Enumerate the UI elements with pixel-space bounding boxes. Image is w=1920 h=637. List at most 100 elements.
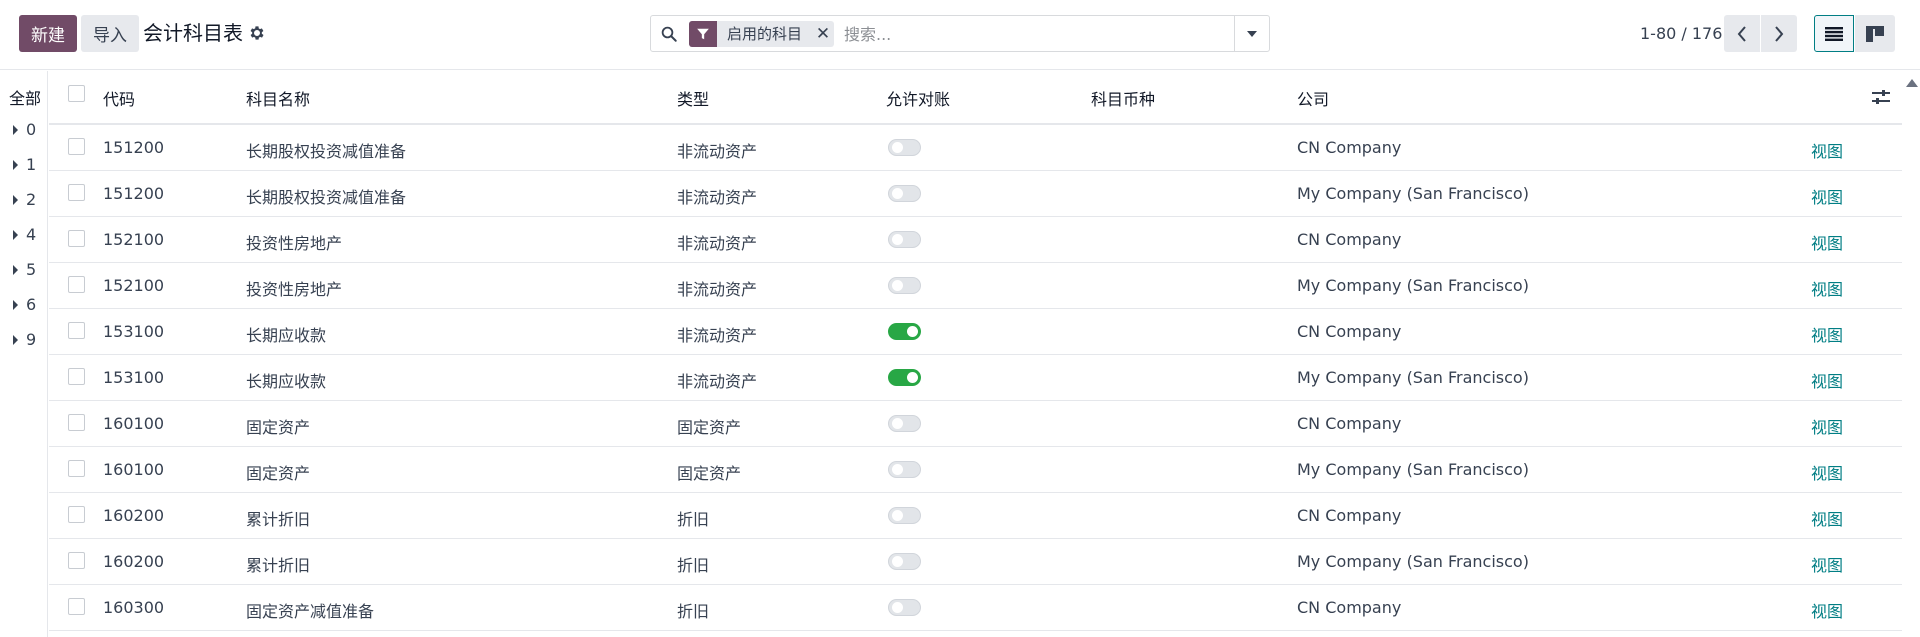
table-row[interactable]: 153100 长期应收款 非流动资产 My Company (San Francisc… <box>49 355 1902 401</box>
row-checkbox[interactable] <box>68 138 85 155</box>
cell-name: 投资性房地产 <box>246 280 343 299</box>
reconcile-toggle[interactable] <box>888 507 921 524</box>
view-link[interactable]: 视图 <box>1811 276 1843 300</box>
table-row[interactable]: 152100 投资性房地产 非流动资产 My Company (San Francis… <box>49 263 1902 309</box>
side-panel-group[interactable]: 2 <box>13 190 36 209</box>
column-header-type[interactable]: 类型 <box>677 86 709 110</box>
table-body: 151200 长期股权投资减值准备 非流动资产 CN Company 视图 151200 长… <box>49 125 1902 631</box>
caret-right-icon <box>13 334 18 345</box>
view-link[interactable]: 视图 <box>1811 230 1843 254</box>
cell-code: 152100 <box>103 276 165 295</box>
row-checkbox[interactable] <box>68 184 85 201</box>
reconcile-toggle[interactable] <box>888 277 921 294</box>
cell-code: 153100 <box>103 322 165 341</box>
caret-right-icon <box>13 299 18 310</box>
column-header-reconcile[interactable]: 允许对账 <box>886 86 950 110</box>
column-header-code[interactable]: 代码 <box>103 86 135 110</box>
column-header-company[interactable]: 公司 <box>1297 86 1329 110</box>
cell-code: 152100 <box>103 230 165 249</box>
cell-company: CN Company <box>1297 506 1402 525</box>
reconcile-toggle[interactable] <box>888 415 921 432</box>
row-checkbox[interactable] <box>68 276 85 293</box>
pager-next-button[interactable] <box>1761 15 1797 52</box>
filter-icon <box>689 21 717 47</box>
reconcile-toggle[interactable] <box>888 185 921 202</box>
reconcile-toggle[interactable] <box>888 139 921 156</box>
reconcile-toggle[interactable] <box>888 599 921 616</box>
row-checkbox[interactable] <box>68 368 85 385</box>
cell-type: 非流动资产 <box>677 142 758 161</box>
table-row[interactable]: 160200 累计折旧 折旧 My Company (San Francisco) 视图 <box>49 539 1902 585</box>
column-header-name[interactable]: 科目名称 <box>246 86 310 110</box>
column-header-currency[interactable]: 科目币种 <box>1091 86 1155 110</box>
select-all-checkbox[interactable] <box>68 85 85 102</box>
view-link[interactable]: 视图 <box>1811 506 1843 530</box>
row-checkbox[interactable] <box>68 414 85 431</box>
chevron-left-icon <box>1737 25 1746 42</box>
side-panel-group[interactable]: 9 <box>13 330 36 349</box>
table-row[interactable]: 160300 固定资产减值准备 折旧 CN Company 视图 <box>49 585 1902 631</box>
side-panel-all[interactable]: 全部 <box>9 85 41 109</box>
import-button[interactable]: 导入 <box>81 15 139 52</box>
table-row[interactable]: 160200 累计折旧 折旧 CN Company 视图 <box>49 493 1902 539</box>
cell-name: 固定资产 <box>246 464 311 483</box>
reconcile-toggle[interactable] <box>888 369 921 386</box>
side-panel-group[interactable]: 0 <box>13 120 36 139</box>
table-row[interactable]: 151200 长期股权投资减值准备 非流动资产 CN Company 视图 <box>49 125 1902 171</box>
chevron-right-icon <box>1775 25 1784 42</box>
side-panel-group[interactable]: 4 <box>13 225 36 244</box>
reconcile-toggle[interactable] <box>888 323 921 340</box>
new-button[interactable]: 新建 <box>19 15 77 52</box>
cell-company: My Company (San Francisco) <box>1297 460 1529 479</box>
row-checkbox[interactable] <box>68 322 85 339</box>
row-checkbox[interactable] <box>68 506 85 523</box>
table-row[interactable]: 152100 投资性房地产 非流动资产 CN Company 视图 <box>49 217 1902 263</box>
facet-label: 启用的科目 <box>727 25 803 43</box>
gear-icon[interactable] <box>248 24 266 42</box>
caret-right-icon <box>13 159 18 170</box>
row-checkbox[interactable] <box>68 552 85 569</box>
table-row[interactable]: 160100 固定资产 固定资产 My Company (San Francisco)… <box>49 447 1902 493</box>
view-link[interactable]: 视图 <box>1811 460 1843 484</box>
cell-company: CN Company <box>1297 598 1402 617</box>
cell-code: 160100 <box>103 414 165 433</box>
view-link[interactable]: 视图 <box>1811 552 1843 576</box>
cell-company: My Company (San Francisco) <box>1297 184 1529 203</box>
table-row[interactable]: 151200 长期股权投资减值准备 非流动资产 My Company (San Fra… <box>49 171 1902 217</box>
table-row[interactable]: 160100 固定资产 固定资产 CN Company 视图 <box>49 401 1902 447</box>
pager-value[interactable]: 1-80 / 176 <box>1640 22 1722 46</box>
view-link[interactable]: 视图 <box>1811 368 1843 392</box>
list-view-button[interactable] <box>1814 15 1854 52</box>
side-panel-group[interactable]: 5 <box>13 260 36 279</box>
search-facet[interactable]: 启用的科目 ✕ <box>689 21 835 47</box>
cell-code: 160100 <box>103 460 165 479</box>
search-options-toggle[interactable] <box>1234 16 1269 51</box>
view-link[interactable]: 视图 <box>1811 598 1843 622</box>
pager-previous-button[interactable] <box>1724 15 1760 52</box>
search-input[interactable] <box>844 21 1224 47</box>
reconcile-toggle[interactable] <box>888 231 921 248</box>
cell-company: My Company (San Francisco) <box>1297 552 1529 571</box>
reconcile-toggle[interactable] <box>888 553 921 570</box>
cell-name: 长期股权投资减值准备 <box>246 188 407 207</box>
view-link[interactable]: 视图 <box>1811 414 1843 438</box>
table-row[interactable]: 153100 长期应收款 非流动资产 CN Company 视图 <box>49 309 1902 355</box>
search-icon[interactable] <box>660 25 678 43</box>
reconcile-toggle[interactable] <box>888 461 921 478</box>
cell-company: CN Company <box>1297 322 1402 341</box>
row-checkbox[interactable] <box>68 230 85 247</box>
optional-columns-icon[interactable] <box>1871 88 1891 106</box>
row-checkbox[interactable] <box>68 460 85 477</box>
side-panel: 全部 0 1 2 4 5 6 9 <box>0 71 48 637</box>
view-link[interactable]: 视图 <box>1811 184 1843 208</box>
side-panel-group[interactable]: 6 <box>13 295 36 314</box>
view-link[interactable]: 视图 <box>1811 322 1843 346</box>
view-link[interactable]: 视图 <box>1811 138 1843 162</box>
side-panel-group[interactable]: 1 <box>13 155 36 174</box>
cell-name: 累计折旧 <box>246 510 311 529</box>
close-icon[interactable]: ✕ <box>812 21 834 47</box>
page-title: 会计科目表 <box>143 21 243 45</box>
scrollbar-up-arrow[interactable] <box>1906 79 1918 87</box>
kanban-view-button[interactable] <box>1855 15 1895 52</box>
row-checkbox[interactable] <box>68 598 85 615</box>
